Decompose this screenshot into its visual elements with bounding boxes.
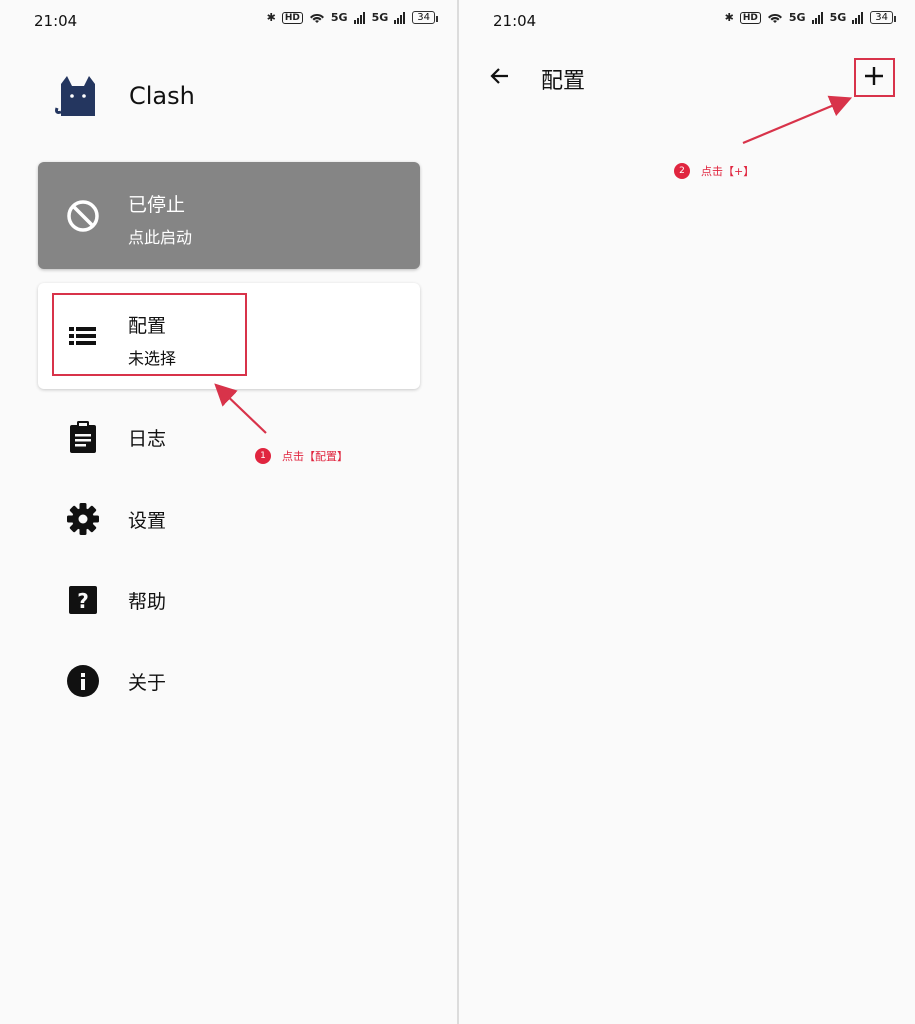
arrow-to-profile xyxy=(214,383,267,434)
step-1-text: 点击【配置】 xyxy=(282,450,348,463)
annotation-arrows xyxy=(214,95,853,434)
arrow-to-plus xyxy=(742,95,853,145)
step-2-number: 2 xyxy=(674,163,690,179)
annotation-step-1: 1 点击【配置】 xyxy=(255,448,348,464)
step-1-number: 1 xyxy=(255,448,271,464)
annotation-step-2: 2 点击【+】 xyxy=(674,163,754,179)
step-2-text: 点击【+】 xyxy=(701,165,755,178)
